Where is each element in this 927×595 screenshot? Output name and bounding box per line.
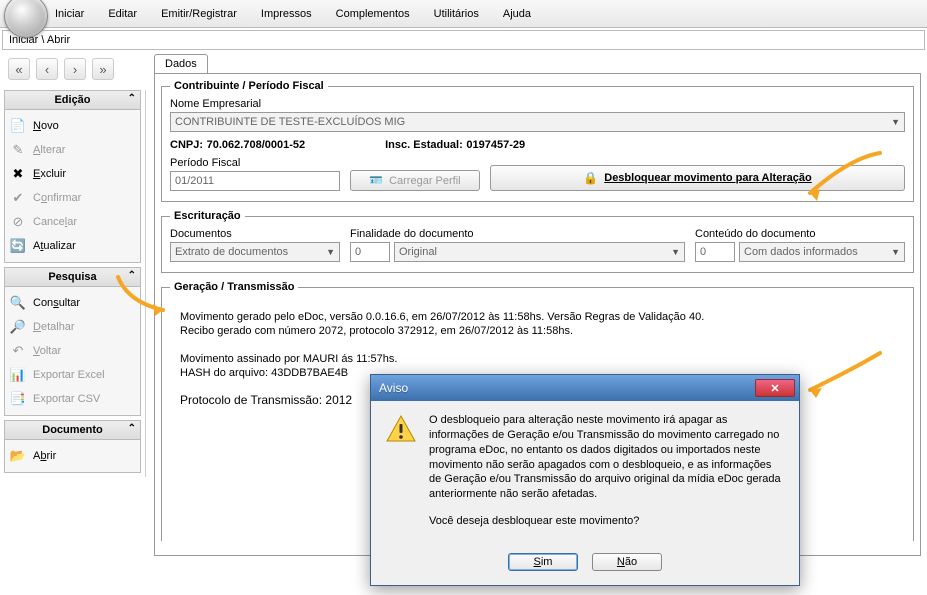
chevron-down-icon: ▼	[887, 117, 900, 127]
lock-icon	[583, 171, 598, 185]
input-finalidade-code[interactable]	[350, 242, 390, 262]
panel-pesquisa-title: Pesquisa	[48, 271, 96, 283]
dialog-nao-button[interactable]: Não	[592, 553, 662, 571]
menu-editar[interactable]: Editar	[108, 8, 137, 20]
excel-icon: 📊	[9, 366, 27, 384]
dialog-close-button[interactable]: ✕	[755, 379, 795, 397]
chevron-down-icon: ▼	[667, 247, 680, 257]
btn-desbloquear[interactable]: Desbloquear movimento para Alteração	[490, 165, 905, 191]
close-icon: ✕	[770, 382, 779, 395]
panel-pesquisa: Pesquisa ⌃ 🔍Consultar 🔎Detalhar ↶Voltar 📊…	[4, 267, 141, 416]
collapse-icon[interactable]: ⌃	[128, 270, 136, 281]
menu-emitir[interactable]: Emitir/Registrar	[161, 8, 237, 20]
refresh-icon: 🔄	[9, 237, 27, 255]
sidebar-novo[interactable]: 📄Novo	[7, 114, 138, 138]
label-finalidade: Finalidade do documento	[350, 228, 685, 240]
sidebar-exportar-csv: 📑Exportar CSV	[7, 387, 138, 411]
cancel-icon: ⊘	[9, 213, 27, 231]
menu-impressos[interactable]: Impressos	[261, 8, 312, 20]
sidebar-confirmar: ✔Confirmar	[7, 186, 138, 210]
input-conteudo-code[interactable]	[695, 242, 735, 262]
select-finalidade[interactable]: Original▼	[394, 242, 685, 262]
panel-documento: Documento ⌃ 📂Abrir	[4, 420, 141, 473]
fieldset-escrituracao: Escrituração Documentos Extrato de docum…	[161, 210, 914, 273]
dialog-title: Aviso	[379, 381, 408, 395]
menu-utilitarios[interactable]: Utilitários	[434, 8, 479, 20]
collapse-icon[interactable]: ⌃	[128, 93, 136, 104]
cnpj: CNPJ: 70.062.708/0001-52	[170, 136, 305, 151]
select-documentos[interactable]: Extrato de documentos▼	[170, 242, 340, 262]
panel-edicao-title: Edição	[54, 94, 90, 106]
new-icon: 📄	[9, 117, 27, 135]
nav-arrows: « ‹ › »	[0, 52, 150, 86]
profile-icon: 🪪	[369, 174, 383, 187]
back-icon: ↶	[9, 342, 27, 360]
legend-escrituracao: Escrituração	[170, 210, 245, 222]
menu-iniciar[interactable]: Iniciar	[55, 8, 84, 20]
select-conteudo[interactable]: Com dados informados▼	[739, 242, 905, 262]
input-periodo[interactable]	[170, 171, 340, 191]
menu-complementos[interactable]: Complementos	[336, 8, 410, 20]
panel-edicao: Edição ⌃ 📄Novo ✎Alterar ✖Excluir ✔Confirm…	[4, 90, 141, 263]
open-icon: 📂	[9, 447, 27, 465]
label-documentos: Documentos	[170, 228, 340, 240]
legend-contribuinte: Contribuinte / Período Fiscal	[170, 80, 328, 92]
fieldset-contribuinte: Contribuinte / Período Fiscal Nome Empre…	[161, 80, 914, 202]
chevron-down-icon: ▼	[322, 247, 335, 257]
sidebar-exportar-excel: 📊Exportar Excel	[7, 363, 138, 387]
confirm-icon: ✔	[9, 189, 27, 207]
label-periodo: Período Fiscal	[170, 157, 340, 169]
dialog-question: Você deseja desbloquear este movimento?	[429, 514, 785, 529]
collapse-icon[interactable]: ⌃	[128, 423, 136, 434]
btn-carregar-perfil: 🪪Carregar Perfil	[350, 170, 480, 191]
nav-first[interactable]: «	[8, 58, 30, 80]
warning-icon	[385, 413, 417, 541]
sidebar-excluir[interactable]: ✖Excluir	[7, 162, 138, 186]
insc-estadual: Insc. Estadual: 0197457-29	[385, 136, 525, 151]
sidebar-abrir[interactable]: 📂Abrir	[7, 444, 138, 468]
select-nome-empresarial[interactable]: CONTRIBUINTE DE TESTE-EXCLUÍDOS MIG▼	[170, 112, 905, 132]
nav-prev[interactable]: ‹	[36, 58, 58, 80]
sidebar-consultar[interactable]: 🔍Consultar	[7, 291, 138, 315]
sidebar-alterar: ✎Alterar	[7, 138, 138, 162]
dialog-message: O desbloqueio para alteração neste movim…	[429, 413, 785, 502]
dialog-sim-button[interactable]: Sim	[508, 553, 578, 571]
sidebar-cancelar: ⊘Cancelar	[7, 210, 138, 234]
label-conteudo: Conteúdo do documento	[695, 228, 905, 240]
csv-icon: 📑	[9, 390, 27, 408]
search-icon: 🔍	[9, 294, 27, 312]
breadcrumb: Iniciar \ Abrir	[2, 30, 925, 50]
chevron-down-icon: ▼	[887, 247, 900, 257]
nav-last[interactable]: »	[92, 58, 114, 80]
tab-dados[interactable]: Dados	[154, 54, 208, 73]
panel-documento-title: Documento	[42, 424, 103, 436]
sidebar-detalhar: 🔎Detalhar	[7, 315, 138, 339]
menu-ajuda[interactable]: Ajuda	[503, 8, 531, 20]
edit-icon: ✎	[9, 141, 27, 159]
nav-next[interactable]: ›	[64, 58, 86, 80]
label-nome-empresarial: Nome Empresarial	[170, 98, 905, 110]
menubar: Iniciar Editar Emitir/Registrar Impresso…	[0, 0, 927, 28]
geracao-line1: Movimento gerado pelo eDoc, versão 0.0.1…	[180, 309, 895, 337]
delete-icon: ✖	[9, 165, 27, 183]
detail-icon: 🔎	[9, 318, 27, 336]
dialog-aviso: Aviso ✕ O desbloqueio para alteração nes…	[370, 374, 800, 586]
sidebar-atualizar[interactable]: 🔄Atualizar	[7, 234, 138, 258]
legend-geracao: Geração / Transmissão	[170, 281, 298, 293]
sidebar-voltar: ↶Voltar	[7, 339, 138, 363]
